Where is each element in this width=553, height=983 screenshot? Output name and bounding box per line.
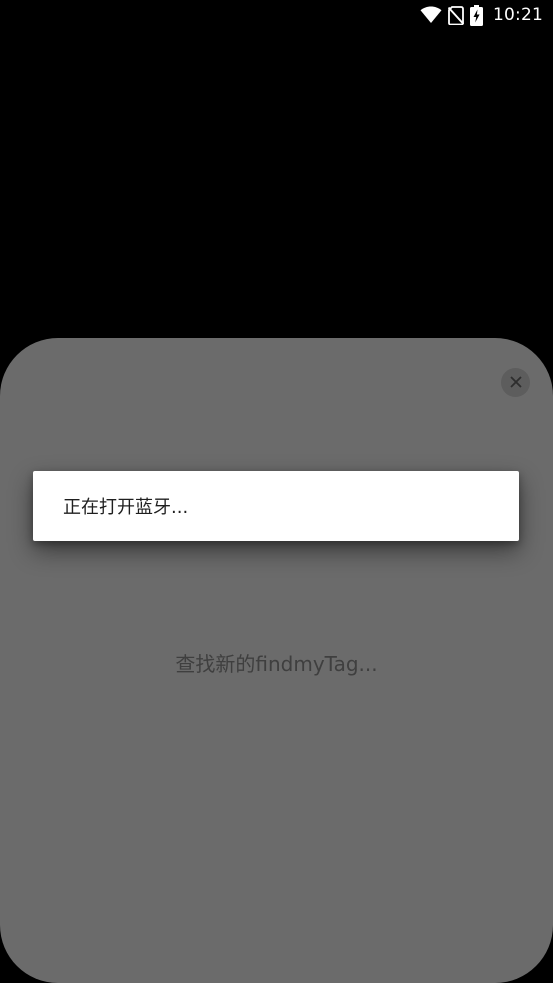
close-button[interactable] <box>501 368 530 397</box>
searching-status-text: 查找新的findmyTag... <box>175 652 378 676</box>
status-bar: 10:21 <box>0 0 553 30</box>
close-icon <box>509 373 522 392</box>
battery-charging-icon <box>470 4 483 26</box>
no-sim-icon <box>448 5 464 25</box>
wifi-icon <box>420 6 442 24</box>
status-time: 10:21 <box>493 5 543 25</box>
status-icons: 10:21 <box>420 4 543 26</box>
dialog-message: 正在打开蓝牙... <box>63 497 189 518</box>
progress-dialog: 正在打开蓝牙... <box>33 471 519 541</box>
